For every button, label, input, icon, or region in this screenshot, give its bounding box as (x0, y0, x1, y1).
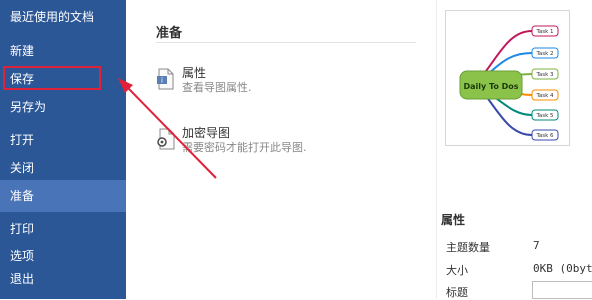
properties-action[interactable]: i 属性 查看导图属性. (156, 64, 366, 104)
panel-divider (436, 0, 437, 299)
svg-text:i: i (161, 77, 163, 85)
mindmap-thumbnail: Daily To Dos Task 1 Task 2 Task 3 Task 4… (445, 10, 570, 146)
task-node: Task 6 (535, 133, 554, 139)
encrypt-map-description: 需要密码才能打开此导图. (182, 141, 307, 154)
sidebar-item-save-as[interactable]: 另存为 (0, 94, 126, 120)
sidebar-item-close[interactable]: 关闭 (0, 155, 126, 181)
properties-heading: 属性 (441, 213, 466, 227)
prop-label-title: 标题 (446, 286, 468, 299)
mindmap-preview: Daily To Dos Task 1 Task 2 Task 3 Task 4… (459, 25, 559, 141)
document-info-icon: i (156, 68, 176, 90)
prop-value-topic-count: 7 (533, 239, 540, 252)
central-topic: Daily To Dos (463, 82, 518, 91)
task-node: Task 4 (535, 93, 554, 99)
task-node: Task 5 (535, 113, 554, 119)
prop-label-size: 大小 (446, 264, 468, 277)
prop-value-size: 0KB (0bytes) (533, 262, 592, 275)
sidebar-item-print[interactable]: 打印 (0, 216, 126, 242)
task-node: Task 3 (535, 72, 554, 78)
encrypt-lock-icon (156, 128, 176, 150)
backstage-sidebar: 最近使用的文档 新建 保存 另存为 打开 关闭 准备 打印 选项 退出 (0, 0, 126, 299)
prop-label-topic-count: 主题数量 (446, 241, 490, 254)
sidebar-item-save[interactable]: 保存 (0, 66, 126, 92)
properties-description: 查看导图属性. (182, 81, 252, 94)
sidebar-item-new[interactable]: 新建 (0, 38, 126, 64)
section-title: 准备 (156, 26, 183, 41)
task-node: Task 1 (535, 29, 553, 35)
sidebar-item-open[interactable]: 打开 (0, 127, 126, 153)
sidebar-item-recent[interactable]: 最近使用的文档 (0, 4, 126, 30)
section-divider (156, 42, 416, 43)
sidebar-item-exit[interactable]: 退出 (0, 266, 126, 292)
encrypt-map-action[interactable]: 加密导图 需要密码才能打开此导图. (156, 124, 366, 164)
sidebar-item-prepare[interactable]: 准备 (0, 180, 126, 212)
task-node: Task 2 (535, 51, 553, 57)
title-input[interactable] (532, 281, 592, 299)
